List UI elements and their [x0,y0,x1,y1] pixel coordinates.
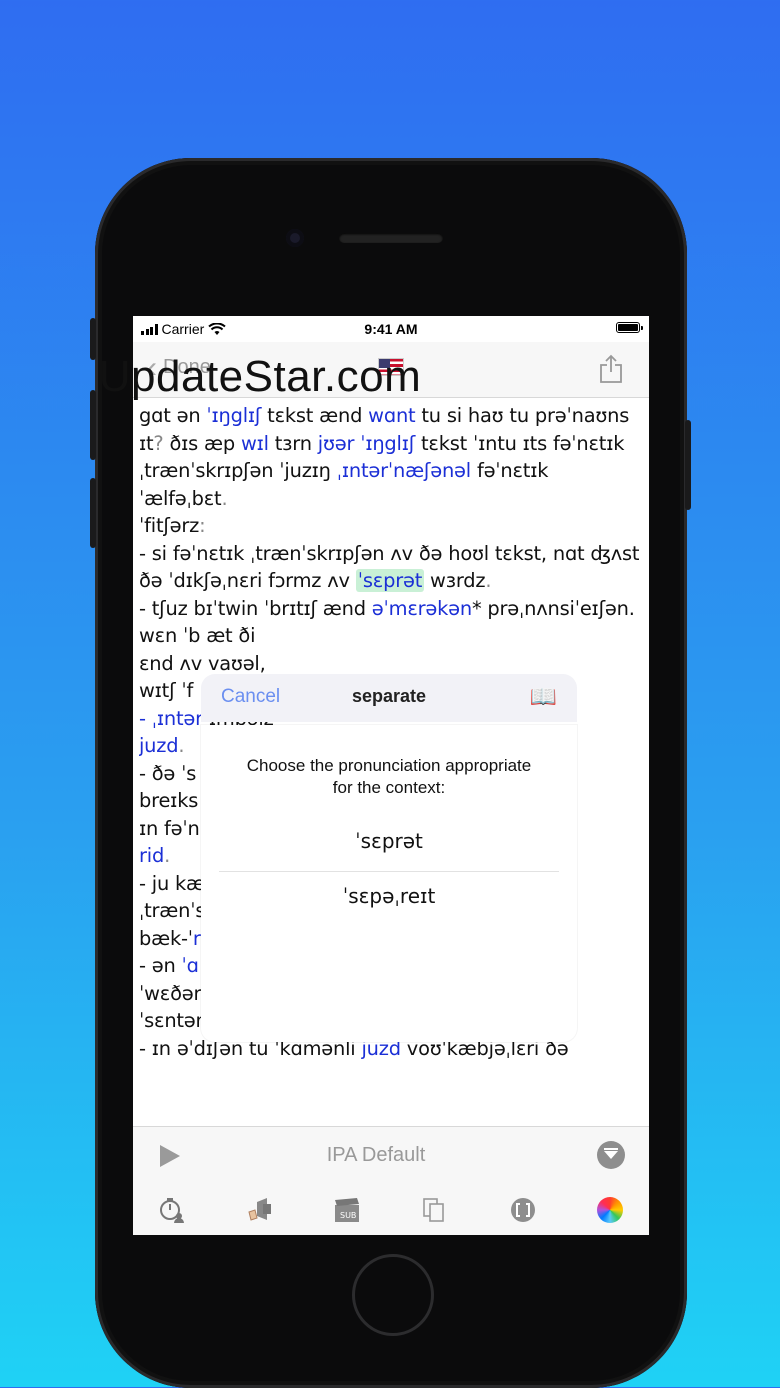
text-segment: tɛkst ænd [261,404,369,427]
filter-icon[interactable] [597,1141,625,1169]
text-line: ˌtrænˈskrɪpʃən ˈjuzɪŋ ˌɪntərˈnæʃənəl fəˈ… [139,457,647,485]
color-wheel-icon[interactable] [595,1195,625,1225]
text-segment[interactable]: : [199,514,206,537]
text-segment: ɪt [139,431,154,455]
text-segment: ɛnd ʌv vaʊəl, [139,651,266,675]
text-segment: ˈælfəˌbɛt [139,486,222,510]
text-line: wɛn ˈb æt ði [139,622,647,650]
power-button [685,420,691,510]
text-segment: - ju kæ [139,871,205,895]
timer-user-icon[interactable] [157,1195,187,1225]
text-segment[interactable]: . [164,844,170,867]
text-segment: tu si haʊ tu prəˈnaʊns [415,404,630,427]
linked-word[interactable]: r [193,927,201,950]
text-segment: tɜrn [268,431,318,455]
text-segment: - si fəˈnɛtɪk ˌtrænˈskrɪpʃən ʌv ðə hoʊl … [139,541,640,565]
prompt-line-2: for the context: [332,778,446,797]
prompt-line-1: Choose the pronunciation appropriate [246,756,532,775]
text-segment: tɛkst ˈɪntu ɪts fəˈnɛtɪk [415,431,625,455]
share-icon[interactable] [599,354,623,384]
status-bar: Carrier 9:41 AM [133,316,649,342]
front-camera [286,229,304,247]
tool-row: SUB [133,1195,649,1225]
text-segment: - tʃuz bɪˈtwin ˈbrɪtɪʃ ænd [139,596,372,620]
text-line: ˈælfəˌbɛt. [139,485,647,513]
status-time: 9:41 AM [364,321,418,337]
text-segment: gɑt ən [139,404,207,427]
text-line: gɑt ən ˈɪŋglɪʃ tɛkst ænd wɑnt tu si haʊ … [139,402,647,430]
book-icon[interactable]: 📖 [530,684,557,710]
dialog-prompt: Choose the pronunciation appropriate for… [201,755,577,799]
linked-word[interactable]: jʊər ˈɪŋglɪʃ [318,432,415,455]
linked-word[interactable]: ˈɑ [182,954,199,977]
svg-text:SUB: SUB [340,1211,356,1220]
text-segment: fəˈnɛtɪk [470,459,549,482]
text-line: ɪt? ðɪs æp wɪl tɜrn jʊər ˈɪŋglɪʃ tɛkst ˈ… [139,430,647,458]
ipa-mode-label[interactable]: IPA Default [133,1144,619,1167]
text-segment: ðɪs æp [163,431,241,455]
text-segment[interactable]: ? [153,432,163,455]
linked-word[interactable]: ˌɪntər [152,707,203,730]
text-segment: ˈfitʃərz [139,514,200,537]
volume-down-button [90,478,96,548]
text-segment: breɪks [139,789,205,812]
battery-icon [616,322,643,333]
text-line: - tʃuz bɪˈtwin ˈbrɪtɪʃ ænd əˈmɛrəkən* pr… [139,595,647,623]
text-line: ðə ˈdɪkʃəˌnɛri fɔrmz ʌv ˈsɛprət wɜrdz. [139,567,647,595]
linked-word[interactable]: - [139,707,152,730]
text-line: ɛnd ʌv vaʊəl, [139,650,647,678]
speaker-hand-icon[interactable] [244,1195,274,1225]
linked-word[interactable]: rid [139,844,164,867]
text-segment: * prəˌnʌnsiˈeɪʃən. [471,596,635,620]
linked-word[interactable]: wɪl [241,432,269,455]
app-screen: Carrier 9:41 AM ‹ Done gɑt ən ˈɪŋglɪʃ tɛ… [133,316,649,1235]
linked-word[interactable]: juzd [139,734,179,757]
text-segment: wɪtʃ ˈf [139,679,194,702]
text-line: - si fəˈnɛtɪk ˌtrænˈskrɪpʃən ʌv ðə hoʊl … [139,540,647,568]
pronunciation-dialog: Choose the pronunciation appropriate for… [201,725,577,1042]
copy-icon[interactable] [419,1195,449,1225]
text-segment: bæk-ˈ [139,926,193,950]
pronunciation-option-1[interactable]: ˈsɛprət [219,829,559,853]
text-segment: wɜrdz [424,569,486,592]
dialog-word: separate [351,686,427,706]
text-line: ˈfitʃərz: [139,512,647,540]
watermark-text: UpdateStar.com [98,352,422,401]
home-button[interactable] [352,1254,434,1336]
dialog-header: Cancel separate 📖 [201,674,577,722]
text-segment: ðə ˈdɪkʃəˌnɛri fɔrmz ʌv [139,569,356,592]
bottom-toolbar: IPA Default SUB [133,1126,649,1235]
text-segment: wɛn ˈb æt ði [139,624,256,647]
text-segment[interactable]: . [178,734,184,757]
subtitles-icon[interactable]: SUB [332,1195,362,1225]
brackets-icon[interactable] [508,1195,538,1225]
text-segment[interactable]: . [221,487,227,510]
linked-word[interactable]: ˌɪntərˈnæʃənəl [337,459,471,482]
text-segment: - ən [139,954,182,977]
text-segment[interactable]: . [485,569,491,592]
linked-word[interactable]: wɑnt [368,404,415,427]
text-segment: ˌtrænˈskrɪpʃən ˈjuzɪŋ [139,459,337,482]
pronunciation-option-2[interactable]: ˈsɛpəˌreɪt [219,884,559,908]
linked-word[interactable]: əˈmɛrəkən [372,597,472,620]
earpiece-speaker [339,233,443,243]
linked-word[interactable]: ˈɪŋglɪʃ [206,404,261,427]
option-divider [219,871,559,872]
highlighted-word[interactable]: ˈsɛprət [355,569,425,592]
